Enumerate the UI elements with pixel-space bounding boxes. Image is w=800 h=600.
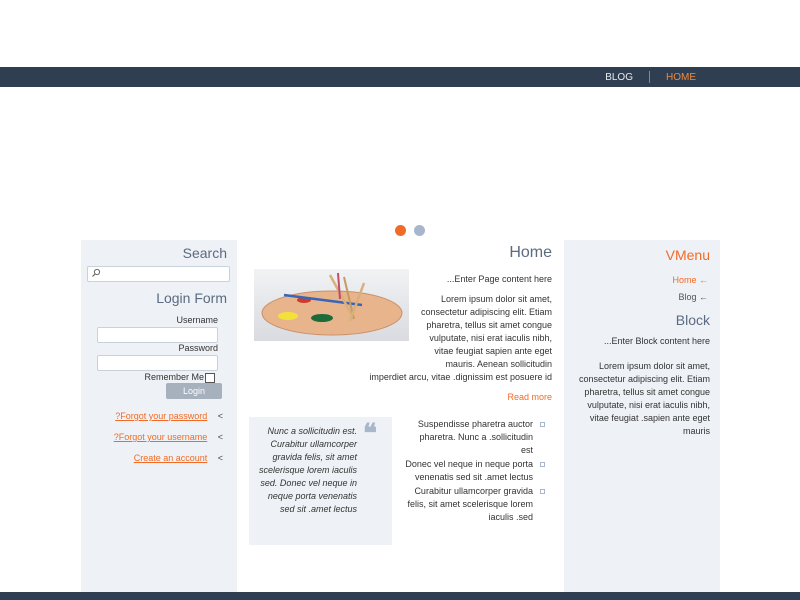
remember-me-checkbox[interactable] xyxy=(205,373,215,383)
forgot-password-link[interactable]: ?Forgot your password xyxy=(115,411,207,421)
vmenu-title: VMenu xyxy=(665,247,710,263)
forgot-username-link[interactable]: ?Forgot your username xyxy=(114,432,208,442)
slide-dot-2[interactable] xyxy=(414,225,425,236)
page-intro: ...Enter Page content here xyxy=(446,274,552,284)
slider-dots xyxy=(395,225,425,236)
login-button[interactable]: Login xyxy=(166,383,222,399)
search-input[interactable] xyxy=(87,266,230,282)
list-item-text: Suspendisse pharetra auctor pharetra. Nu… xyxy=(417,419,533,455)
username-field[interactable] xyxy=(97,327,218,343)
list-item-text: Donec vel neque in neque porta venenatis… xyxy=(405,459,533,482)
list-item: Curabitur ullamcorper gravida felis, sit… xyxy=(405,485,545,524)
password-label: Password xyxy=(178,343,218,353)
arrow-icon: < xyxy=(217,453,223,463)
block-body: Lorem ipsum dolor sit amet, consectetur … xyxy=(578,361,710,436)
arrow-icon: < xyxy=(217,432,223,442)
username-label: Username xyxy=(176,315,218,325)
top-nav-bar: BLOG HOME xyxy=(0,67,800,87)
vmenu-item-blog[interactable]: Blog ← xyxy=(678,292,708,302)
quote-text: Nunc a sollicitudin est. Curabitur ullam… xyxy=(258,426,357,514)
image-float-spacer xyxy=(255,293,418,359)
page-title: Home xyxy=(509,244,552,261)
main-nav: BLOG HOME xyxy=(589,67,712,87)
login-form-title: Login Form xyxy=(156,290,227,306)
list-item: Suspendisse pharetra auctor pharetra. Nu… xyxy=(405,418,545,457)
list-item-text: Curabitur ullamcorper gravida felis, sit… xyxy=(407,486,533,522)
footer-bar xyxy=(0,592,800,600)
left-sidebar: Search Login Form Username Password Reme… xyxy=(81,240,237,592)
vmenu-item-home[interactable]: Home ← xyxy=(672,275,708,285)
nav-home[interactable]: HOME xyxy=(650,72,712,83)
right-sidebar: VMenu Home ← Blog ← Block ...Enter Block… xyxy=(564,240,720,592)
arrow-icon: < xyxy=(217,411,223,421)
list-item: Donec vel neque in neque porta venenatis… xyxy=(405,458,545,484)
nav-blog[interactable]: BLOG xyxy=(589,72,649,83)
search-icon xyxy=(91,268,101,280)
read-more-link[interactable]: Read more xyxy=(507,392,552,402)
quote-icon: ❝ xyxy=(363,419,377,449)
block-title: Block xyxy=(675,312,710,328)
block-intro: ...Enter Block content here xyxy=(603,336,710,346)
bullet-icon xyxy=(540,462,545,467)
create-account-link[interactable]: Create an account xyxy=(134,453,208,463)
slide-dot-1[interactable] xyxy=(395,225,406,236)
search-title: Search xyxy=(182,245,227,261)
bullet-icon xyxy=(540,489,545,494)
blockquote: Nunc a sollicitudin est. Curabitur ullam… xyxy=(249,417,392,545)
password-field[interactable] xyxy=(97,355,218,371)
page-body: Lorem ipsum dolor sit amet, consectetur … xyxy=(255,293,552,384)
bullet-list: Suspendisse pharetra auctor pharetra. Nu… xyxy=(405,418,545,525)
main-content: Home ...Enter Page content here Lorem ip… xyxy=(237,240,564,592)
bullet-icon xyxy=(540,422,545,427)
